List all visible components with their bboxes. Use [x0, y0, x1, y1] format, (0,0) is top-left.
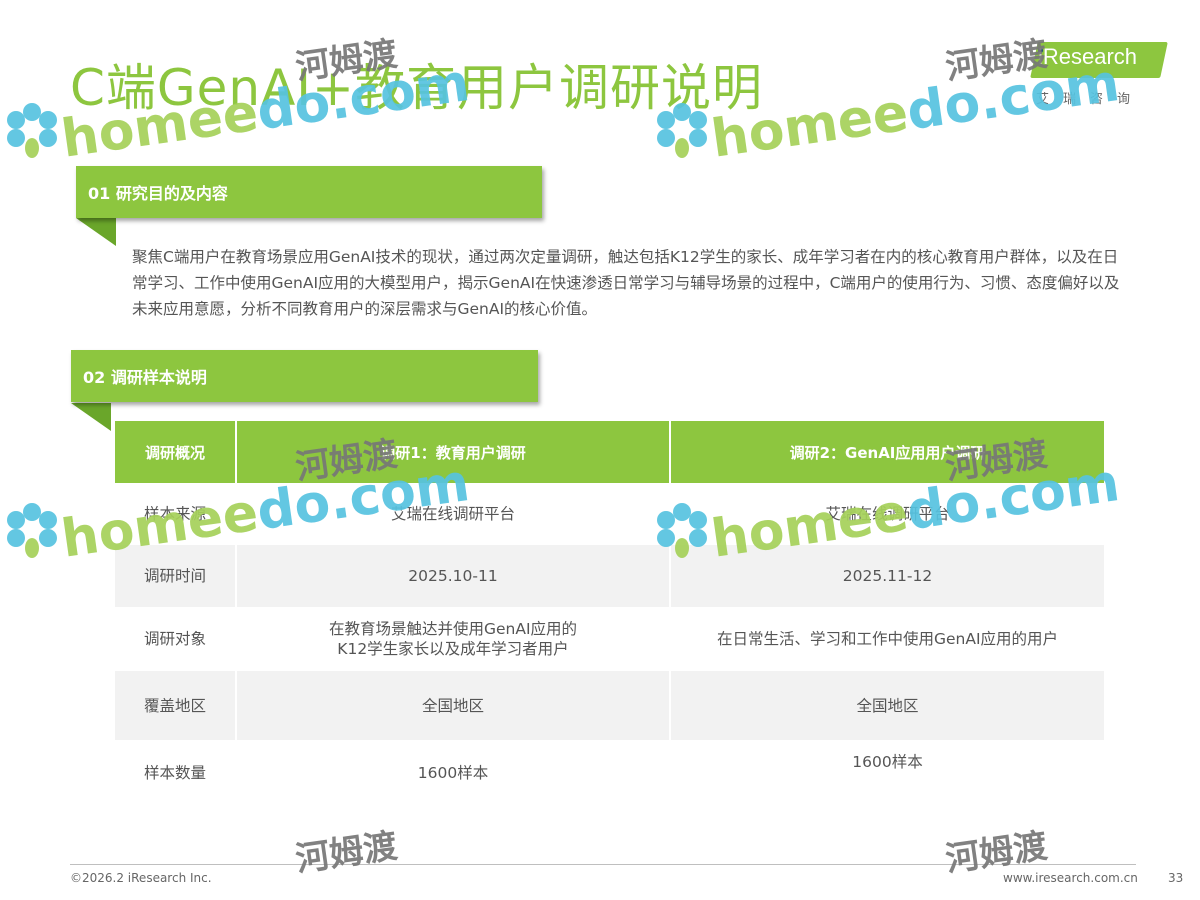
table-cell: 2025.11-12 — [670, 545, 1104, 607]
table-cell: 1600样本 — [236, 740, 671, 806]
row-label: 样本数量 — [115, 740, 237, 806]
page-number: 33 — [1168, 871, 1184, 885]
table-row: 调研时间 2025.10-11 2025.11-12 — [115, 545, 1104, 607]
table-header-row: 调研概况 调研1：教育用户调研 调研2：GenAI应用用户调研 — [115, 421, 1104, 483]
table-cell: 2025.10-11 — [236, 545, 671, 607]
table-cell: 全国地区 — [670, 671, 1104, 740]
logo-subtitle: 艾瑞咨询 — [1036, 92, 1145, 107]
table-row: 调研对象 在教育场景触达并使用GenAI应用的 K12学生家长以及成年学习者用户… — [115, 607, 1104, 671]
section2-tab-fold — [71, 403, 111, 431]
table-cell-line: 在教育场景触达并使用GenAI应用的 — [328, 620, 578, 638]
section1-tab: 01 研究目的及内容 — [76, 166, 542, 218]
table-cell: 全国地区 — [236, 671, 671, 740]
watermark-flower-icon — [7, 103, 57, 158]
section1-tab-fold — [76, 218, 116, 246]
table-header: 调研1：教育用户调研 — [236, 421, 671, 483]
table-cell-line: K12学生家长以及成年学习者用户 — [337, 640, 569, 658]
table-cell: 在教育场景触达并使用GenAI应用的 K12学生家长以及成年学习者用户 — [236, 607, 671, 671]
footer-copyright: ©2026.2 iResearch Inc. — [70, 871, 212, 885]
logo-text: iResearch — [1038, 44, 1138, 69]
row-label: 调研对象 — [115, 607, 237, 671]
section1-tab-label: 01 研究目的及内容 — [88, 184, 228, 203]
table-header: 调研2：GenAI应用用户调研 — [670, 421, 1104, 483]
section1-body: 聚焦C端用户在教育场景应用GenAI技术的现状，通过两次定量调研，触达包括K12… — [132, 248, 1120, 318]
section2-tab-label: 02 调研样本说明 — [83, 368, 207, 387]
table-cell: 在日常生活、学习和工作中使用GenAI应用的用户 — [716, 630, 1059, 648]
watermark-cn: 河姆渡 — [293, 826, 400, 880]
survey-table: 调研概况 调研1：教育用户调研 调研2：GenAI应用用户调研 样本来源 艾瑞在… — [115, 421, 1104, 806]
table-cell: 艾瑞在线调研平台 — [236, 483, 671, 545]
footer-url: www.iresearch.com.cn — [1003, 871, 1138, 885]
watermark-flower-icon — [7, 503, 57, 558]
table-row: 覆盖地区 全国地区 全国地区 — [115, 671, 1104, 740]
table-row: 样本来源 艾瑞在线调研平台 艾瑞在线调研平台 — [115, 483, 1104, 545]
table-cell: 艾瑞在线调研平台 — [825, 505, 950, 523]
page-title: C端GenAI+教育用户调研说明 — [70, 59, 763, 117]
footer-divider — [70, 864, 1136, 865]
table-header: 调研概况 — [115, 421, 237, 483]
row-label: 样本来源 — [115, 483, 237, 545]
iresearch-logo: iResearch 艾瑞咨询 — [1030, 38, 1170, 108]
row-label: 覆盖地区 — [115, 671, 237, 740]
section2-tab: 02 调研样本说明 — [71, 350, 538, 402]
table-row: 样本数量 1600样本 1600样本 — [115, 740, 1104, 806]
table-cell: 1600样本 — [852, 753, 923, 771]
row-label: 调研时间 — [115, 545, 237, 607]
